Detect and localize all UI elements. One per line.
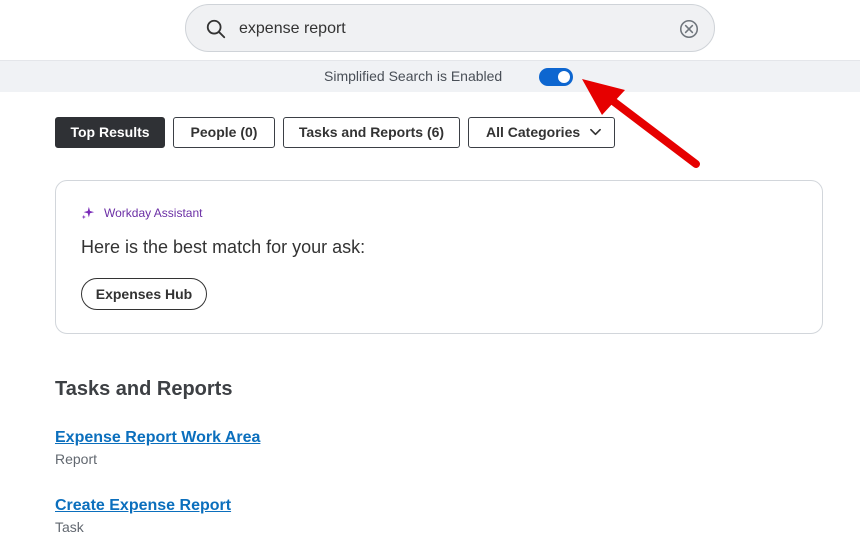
search-icon bbox=[206, 19, 226, 39]
search-input[interactable]: expense report bbox=[239, 19, 346, 39]
tab-people[interactable]: People (0) bbox=[173, 117, 275, 148]
simplified-search-bar: Simplified Search is Enabled bbox=[0, 60, 860, 92]
all-categories-label: All Categories bbox=[486, 124, 581, 140]
result-create-expense-report-link[interactable]: Create Expense Report bbox=[55, 496, 231, 516]
result-type-report: Report bbox=[55, 451, 98, 467]
tab-top-results[interactable]: Top Results bbox=[55, 117, 165, 148]
workday-assistant-card: Workday Assistant Here is the best match… bbox=[55, 180, 823, 334]
chevron-down-icon bbox=[590, 128, 601, 136]
all-categories-dropdown[interactable]: All Categories bbox=[468, 117, 615, 148]
assistant-match-heading: Here is the best match for your ask: bbox=[81, 237, 366, 257]
sparkle-icon bbox=[81, 206, 95, 220]
toggle-knob bbox=[558, 71, 570, 83]
search-header: expense report bbox=[0, 0, 860, 60]
tab-tasks-and-reports-label: Tasks and Reports (6) bbox=[298, 124, 445, 140]
workday-assistant-label: Workday Assistant bbox=[104, 206, 203, 220]
search-bar[interactable]: expense report bbox=[185, 4, 715, 52]
tab-tasks-and-reports[interactable]: Tasks and Reports (6) bbox=[283, 117, 460, 148]
tasks-and-reports-title: Tasks and Reports bbox=[55, 378, 233, 400]
tab-top-results-label: Top Results bbox=[70, 124, 150, 140]
simplified-search-toggle[interactable] bbox=[539, 68, 573, 86]
simplified-search-label: Simplified Search is Enabled bbox=[324, 68, 503, 84]
result-expense-report-work-area-link[interactable]: Expense Report Work Area bbox=[55, 428, 260, 448]
tab-people-label: People (0) bbox=[190, 124, 258, 140]
expenses-hub-button[interactable]: Expenses Hub bbox=[81, 278, 207, 310]
search-results-page: expense report Simplified Search is Enab… bbox=[0, 0, 860, 533]
clear-search-icon[interactable] bbox=[678, 18, 700, 40]
result-type-task: Task bbox=[55, 519, 84, 533]
